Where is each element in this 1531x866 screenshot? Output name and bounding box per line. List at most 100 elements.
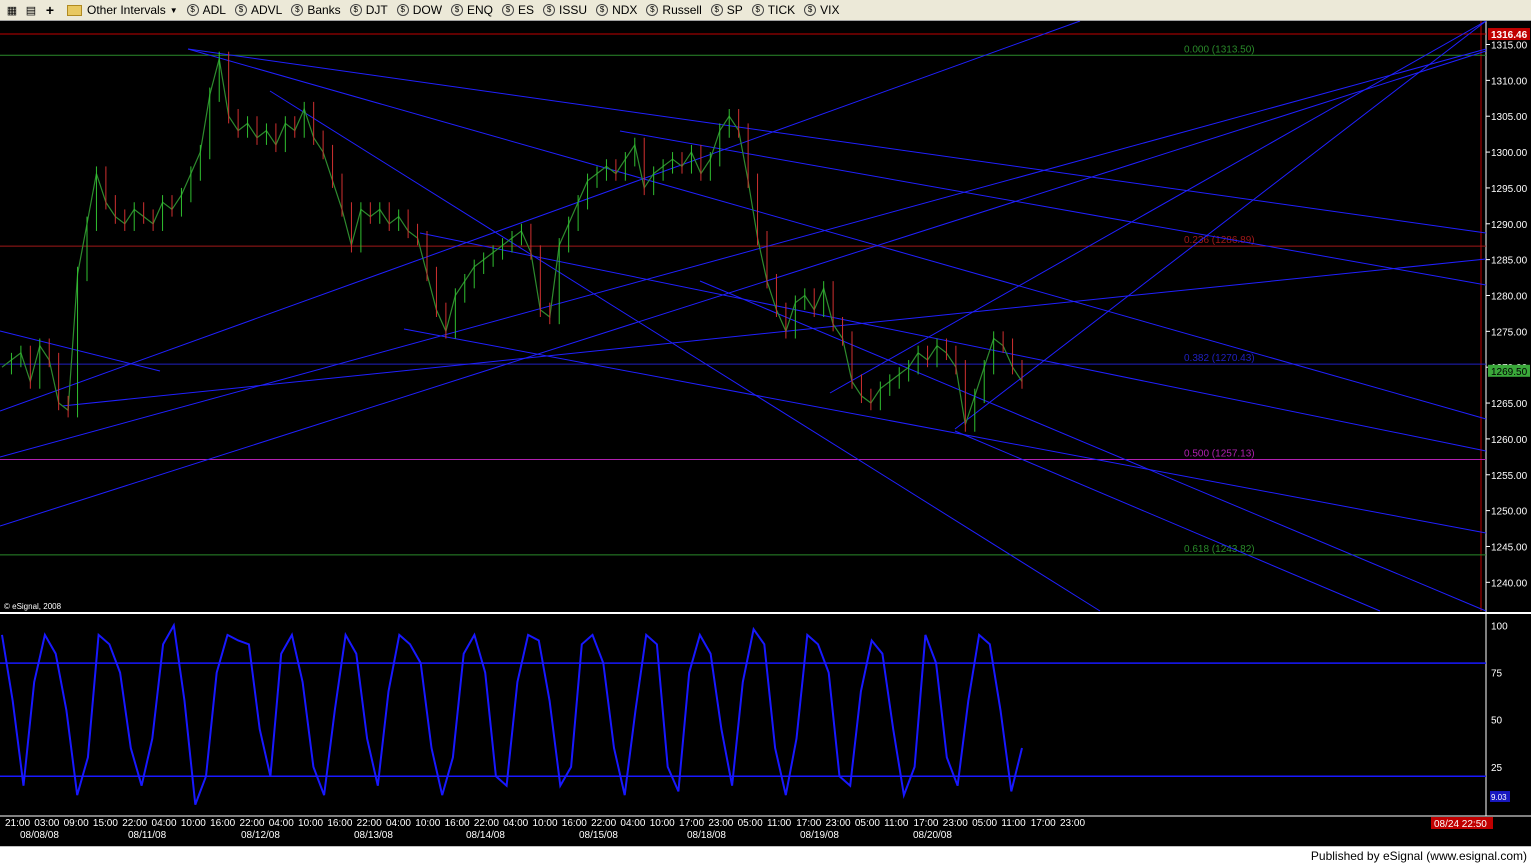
ind-last-label: 9.03 (1491, 793, 1507, 802)
fib-label-2: 0.382 (1270.43) (1184, 353, 1255, 364)
dollar-icon: $ (186, 4, 199, 16)
y-tick-label: 1240.00 (1491, 578, 1528, 589)
date-box-label: 08/24 22:50 (1434, 819, 1487, 830)
y-tick-label: 1290.00 (1491, 220, 1528, 231)
x-tick-label: 11:00 (767, 818, 792, 829)
current-price-label: 1316.46 (1491, 30, 1528, 41)
symbol-label: Banks (307, 3, 341, 17)
date-label: 08/08/08 (20, 830, 59, 841)
symbol-label: NDX (612, 3, 638, 17)
symbol-button-advl[interactable]: $ ADVL (234, 3, 283, 17)
symbol-button-vix[interactable]: $ VIX (804, 3, 839, 17)
chart-settings-icon[interactable]: ▦ (5, 3, 19, 17)
ind-tick-label: 50 (1491, 716, 1503, 727)
folder-icon (67, 4, 82, 16)
x-tick-label: 22:00 (357, 818, 382, 829)
symbol-button-sp[interactable]: $ SP (710, 3, 743, 17)
x-tick-label: 16:00 (445, 818, 470, 829)
y-tick-label: 1305.00 (1491, 112, 1528, 123)
dollar-icon: $ (596, 4, 609, 16)
x-tick-label: 04:00 (620, 818, 645, 829)
x-tick-label: 04:00 (152, 818, 177, 829)
chart-svg[interactable]: 0.000 (1313.50)0.236 (1286.89)0.382 (127… (0, 20, 1531, 846)
chart-area[interactable]: 0.000 (1313.50) 0.236 (1286.89) 0.382 (127… (0, 20, 1531, 846)
symbol-button-es[interactable]: $ ES (502, 3, 534, 17)
last-price-label: 1269.50 (1491, 367, 1528, 378)
add-icon[interactable]: + (43, 2, 57, 18)
x-tick-label: 04:00 (386, 818, 411, 829)
other-intervals-label: Other Intervals (87, 3, 166, 17)
symbol-button-ndx[interactable]: $ NDX (596, 3, 637, 17)
dollar-icon: $ (349, 4, 362, 16)
toolbar: ▦ ▤ + Other Intervals ▼ $ ADL $ ADVL $ Banks $… (0, 0, 1531, 21)
x-tick-label: 11:00 (884, 818, 909, 829)
dropdown-arrow-icon: ▼ (169, 5, 178, 15)
x-tick-label: 22:00 (591, 818, 616, 829)
dollar-icon: $ (710, 4, 723, 16)
symbol-label: ES (518, 3, 535, 17)
x-tick-label: 04:00 (269, 818, 294, 829)
x-tick-label: 22:00 (122, 818, 147, 829)
x-tick-label: 09:00 (64, 818, 89, 829)
date-label: 08/15/08 (579, 830, 618, 841)
dollar-icon: $ (751, 4, 764, 16)
ind-tick-label: 100 (1491, 621, 1508, 632)
x-tick-label: 17:00 (1031, 818, 1056, 829)
y-tick-label: 1260.00 (1491, 435, 1528, 446)
date-label: 08/20/08 (913, 830, 952, 841)
x-tick-label: 04:00 (503, 818, 528, 829)
symbol-button-adl[interactable]: $ ADL (186, 3, 226, 17)
x-tick-label: 21:00 (5, 818, 30, 829)
symbol-button-enq[interactable]: $ ENQ (451, 3, 493, 17)
watermark: © eSignal, 2008 (4, 602, 62, 611)
symbol-button-tick[interactable]: $ TICK (751, 3, 796, 17)
dollar-icon: $ (451, 4, 464, 16)
x-tick-label: 10:00 (533, 818, 558, 829)
y-tick-label: 1315.00 (1491, 41, 1528, 52)
y-tick-label: 1245.00 (1491, 542, 1528, 553)
x-tick-label: 05:00 (738, 818, 763, 829)
symbol-label: DJT (365, 3, 388, 17)
symbol-label: SP (726, 3, 743, 17)
symbol-button-banks[interactable]: $ Banks (291, 3, 341, 17)
symbol-label: TICK (767, 3, 796, 17)
x-tick-label: 10:00 (650, 818, 675, 829)
symbol-buttons: $ ADL $ ADVL $ Banks $ DJT $ DOW $ ENQ $ ES $ ISSU $ NDX $… (178, 3, 839, 17)
dollar-icon: $ (234, 4, 247, 16)
ind-tick-label: 75 (1491, 669, 1503, 680)
date-label: 08/12/08 (241, 830, 280, 841)
dollar-icon: $ (646, 4, 659, 16)
x-tick-label: 22:00 (239, 818, 264, 829)
date-label: 08/14/08 (466, 830, 505, 841)
x-tick-label: 23:00 (943, 818, 968, 829)
dollar-icon: $ (396, 4, 409, 16)
symbol-label: DOW (412, 3, 443, 17)
symbol-label: ADVL (250, 3, 283, 17)
x-tick-label: 17:00 (796, 818, 821, 829)
symbol-label: ISSU (559, 3, 588, 17)
symbol-label: ENQ (467, 3, 494, 17)
x-tick-label: 22:00 (474, 818, 499, 829)
symbol-button-djt[interactable]: $ DJT (349, 3, 388, 17)
y-tick-label: 1250.00 (1491, 507, 1528, 518)
y-tick-label: 1280.00 (1491, 291, 1528, 302)
dollar-icon: $ (502, 4, 515, 16)
symbol-button-dow[interactable]: $ DOW (396, 3, 443, 17)
y-tick-label: 1255.00 (1491, 471, 1528, 482)
symbol-button-russell[interactable]: $ Russell (646, 3, 702, 17)
x-tick-label: 17:00 (913, 818, 938, 829)
date-label: 08/19/08 (800, 830, 839, 841)
x-tick-label: 03:00 (34, 818, 59, 829)
properties-icon[interactable]: ▤ (24, 3, 38, 17)
y-tick-label: 1285.00 (1491, 256, 1528, 267)
x-tick-label: 11:00 (1001, 818, 1026, 829)
symbol-button-issu[interactable]: $ ISSU (543, 3, 587, 17)
x-tick-label: 10:00 (181, 818, 206, 829)
y-tick-label: 1295.00 (1491, 184, 1528, 195)
symbol-label: ADL (202, 3, 226, 17)
x-tick-label: 10:00 (298, 818, 323, 829)
other-intervals-menu[interactable]: Other Intervals ▼ (67, 3, 178, 17)
footer: Published by eSignal (www.esignal.com) (0, 846, 1531, 866)
date-label: 08/13/08 (354, 830, 393, 841)
chart-background (0, 21, 1531, 846)
